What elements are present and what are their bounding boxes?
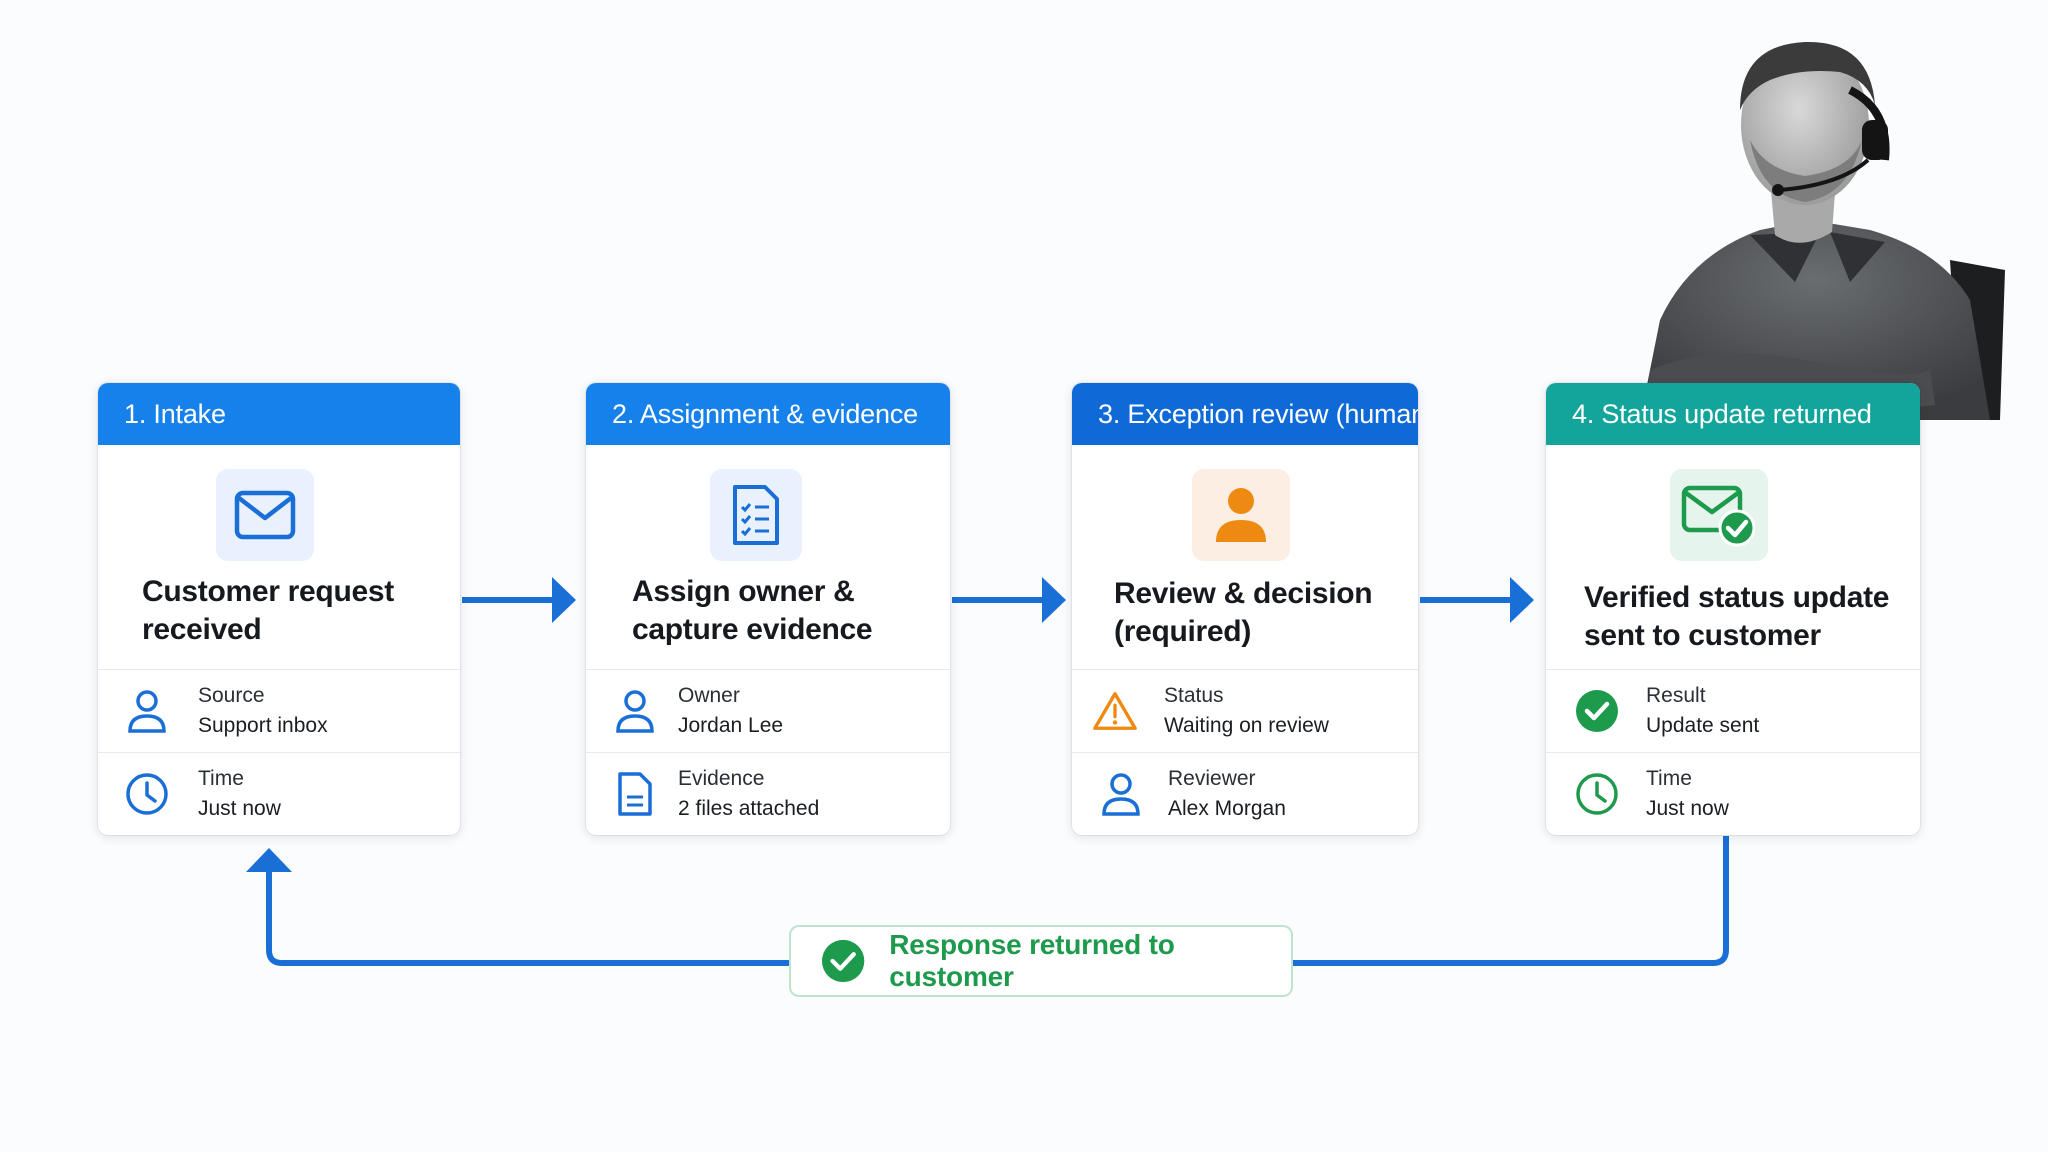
check-circle-icon (1574, 688, 1620, 734)
warning-triangle-icon (1092, 688, 1138, 734)
person-outline-icon (124, 688, 170, 734)
person-icon (1192, 469, 1290, 561)
workflow-diagram: 1. Intake Customer request received Sour… (0, 0, 2048, 1152)
row-label: Evidence (678, 767, 765, 790)
row-owner: Owner Jordan Lee (586, 670, 950, 753)
step-header: 3. Exception review (human) (1072, 383, 1418, 445)
row-label: Reviewer (1168, 767, 1256, 790)
clock-icon (124, 771, 170, 817)
row-value: Update sent (1646, 714, 1760, 737)
row-value: Support inbox (198, 714, 328, 737)
row-label: Result (1646, 684, 1706, 707)
check-circle-icon (821, 939, 865, 983)
row-label: Time (198, 767, 244, 790)
row-value: 2 files attached (678, 797, 820, 820)
person-outline-icon (612, 688, 658, 734)
step-title: Assign owner & capture evidence (632, 575, 873, 646)
envelope-check-icon (1670, 469, 1768, 561)
row-result: Result Update sent (1546, 670, 1920, 753)
file-icon (612, 771, 658, 817)
step-card-status-update: 4. Status update returned Verified statu… (1546, 383, 1920, 835)
row-status: Status Waiting on review (1072, 670, 1418, 753)
person-outline-icon (1098, 771, 1144, 817)
row-value: Jordan Lee (678, 714, 784, 737)
row-source: Source Support inbox (98, 670, 460, 753)
step-title: Customer request received (142, 575, 394, 646)
step-card-assignment: 2. Assignment & evidence Assign owner & … (586, 383, 950, 835)
return-loop-badge: Response returned to customer (789, 925, 1293, 997)
row-label: Owner (678, 684, 740, 707)
row-label: Time (1646, 767, 1692, 790)
step-card-exception-review: 3. Exception review (human) Review & dec… (1072, 383, 1418, 835)
row-value: Alex Morgan (1168, 797, 1286, 820)
row-reviewer: Reviewer Alex Morgan (1072, 753, 1418, 835)
row-label: Source (198, 684, 265, 707)
row-time: Time Just now (1546, 753, 1920, 835)
step-title: Verified status update sent to customer (1584, 581, 1890, 652)
envelope-icon (216, 469, 314, 561)
step-header: 2. Assignment & evidence (586, 383, 950, 445)
row-label: Status (1164, 684, 1224, 707)
row-evidence: Evidence 2 files attached (586, 753, 950, 835)
row-value: Waiting on review (1164, 714, 1329, 737)
checklist-document-icon (710, 469, 802, 561)
row-value: Just now (1646, 797, 1729, 820)
row-value: Just now (198, 797, 281, 820)
step-title: Review & decision (required) (1114, 577, 1373, 648)
step-card-intake: 1. Intake Customer request received Sour… (98, 383, 460, 835)
return-loop-label: Response returned to customer (889, 929, 1175, 992)
clock-icon (1574, 771, 1620, 817)
step-header: 4. Status update returned (1546, 383, 1920, 445)
row-time: Time Just now (98, 753, 460, 835)
step-header: 1. Intake (98, 383, 460, 445)
